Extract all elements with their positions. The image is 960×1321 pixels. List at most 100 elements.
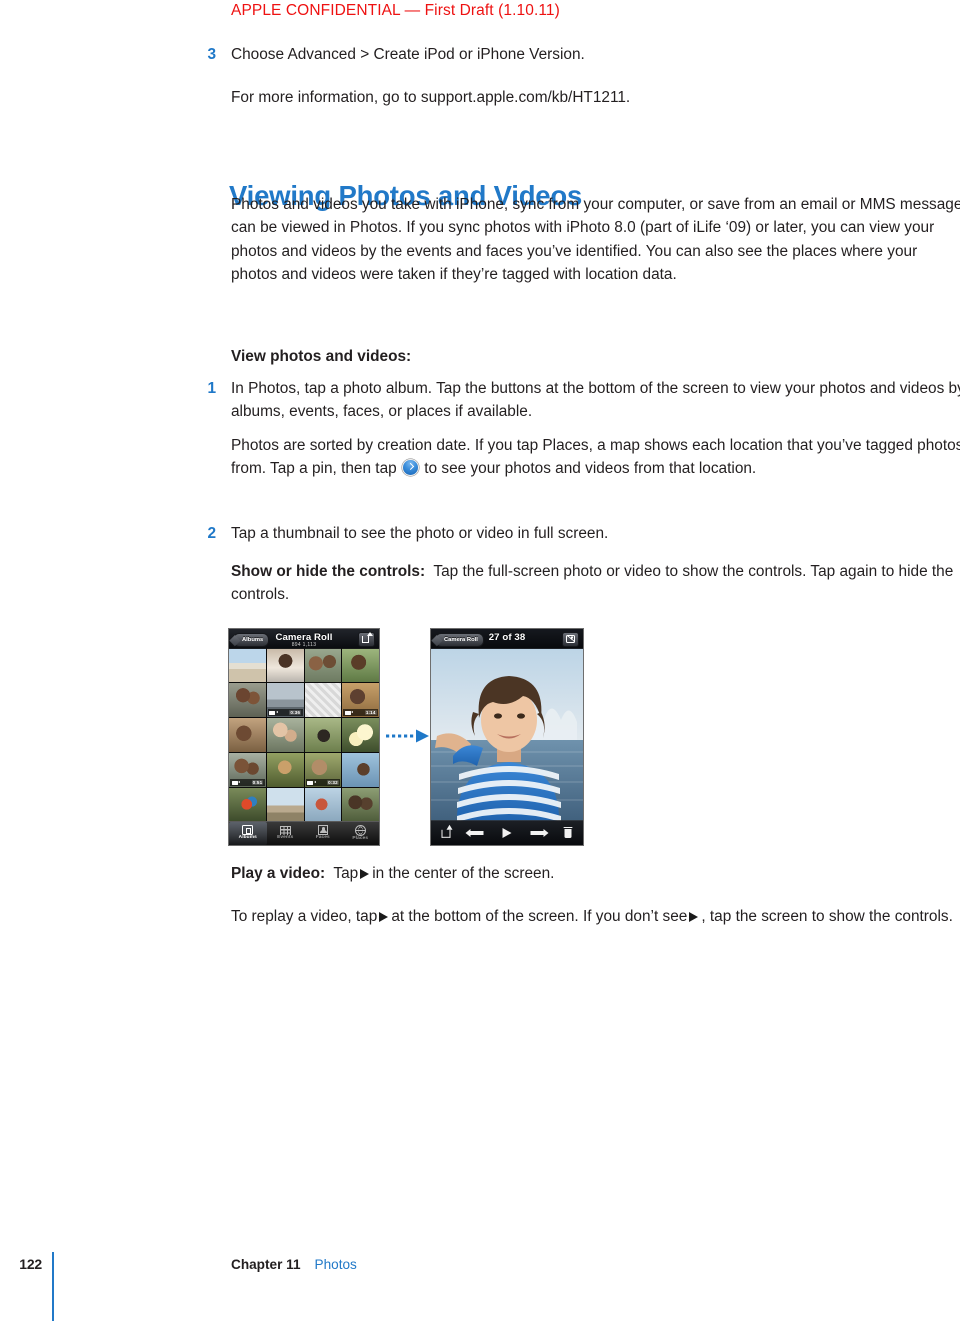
photo-share-button[interactable]: [431, 821, 461, 845]
replay-video-paragraph: To replay a video, tap at the bottom of t…: [231, 905, 960, 928]
step-2-number: 2: [207, 525, 216, 542]
thumbnail[interactable]: [229, 683, 266, 717]
thumbnail[interactable]: [342, 753, 379, 787]
grid-nav-subtitle: 894 1,113: [291, 641, 317, 648]
step-1-text: In Photos, tap a photo album. Tap the bu…: [231, 380, 960, 421]
video-badge: 1:14: [343, 709, 378, 716]
photo-previous-button[interactable]: [461, 821, 491, 845]
play-video-text-b: in the center of the screen.: [372, 865, 555, 882]
iphone-screenshot-camera-roll-grid: Albums Camera Roll 894 1,113 0:36 1:14 0…: [228, 628, 380, 846]
tab-events[interactable]: Events: [267, 822, 305, 845]
replay-text-a: To replay a video, tap: [231, 908, 378, 925]
step-3-number: 3: [207, 46, 216, 63]
step-3-text: Choose Advanced > Create iPod or iPhone …: [231, 46, 585, 63]
thumbnail[interactable]: [229, 788, 266, 822]
video-camera-icon: [307, 780, 316, 785]
thumbnail[interactable]: [304, 683, 342, 717]
photos-tab-bar: Albums Events Faces Places: [229, 821, 379, 845]
video-badge: 0:51: [230, 779, 265, 786]
video-duration: 0:32: [327, 780, 339, 785]
thumbnail[interactable]: [229, 718, 266, 752]
thumbnail[interactable]: [304, 648, 342, 682]
flow-arrow-icon: [386, 729, 430, 743]
footer-chapter-label: Chapter 11 Photos: [231, 1257, 357, 1272]
tab-places[interactable]: Places: [342, 822, 380, 845]
photo-next-button[interactable]: [522, 821, 552, 845]
thumbnail[interactable]: [266, 718, 304, 752]
replay-text-b: at the bottom of the screen. If you don’…: [391, 908, 688, 925]
albums-icon: [242, 825, 254, 835]
step-3-followup: For more information, go to support.appl…: [231, 89, 631, 106]
photo-play-button[interactable]: [492, 821, 522, 845]
thumbnail[interactable]: 1:14: [342, 683, 379, 717]
photo-boy-at-harbour: [431, 648, 583, 821]
video-duration: 0:36: [289, 710, 301, 715]
slideshow-icon: [565, 635, 575, 644]
play-video-text-a: Tap: [333, 865, 359, 882]
play-video-runin: Play a video:: [231, 865, 326, 882]
share-icon: [362, 632, 373, 643]
thumbnail[interactable]: [304, 718, 342, 752]
share-icon: [441, 824, 453, 838]
footer-chapter-number: Chapter 11: [231, 1257, 301, 1272]
tab-albums[interactable]: Albums: [229, 822, 267, 845]
tab-events-label: Events: [277, 834, 294, 840]
fullscreen-photo[interactable]: [431, 648, 583, 821]
thumbnail[interactable]: [266, 753, 304, 787]
faces-icon: [317, 825, 328, 835]
video-badge: 0:32: [305, 779, 341, 786]
video-camera-icon: [231, 780, 241, 785]
arrow-right-icon: [530, 828, 549, 837]
thumbnail[interactable]: [342, 718, 379, 752]
grid-share-button[interactable]: [358, 632, 375, 647]
tab-albums-label: Albums: [238, 835, 257, 840]
task-heading: View photos and videos:: [231, 348, 412, 365]
step-1-followup-part-b: to see your photos and videos from that …: [419, 460, 757, 478]
thumbnail[interactable]: 0:32: [304, 753, 342, 787]
thumbnail[interactable]: [266, 788, 304, 822]
arrow-left-icon: [465, 828, 484, 837]
video-duration: 1:14: [364, 710, 377, 715]
iphone-screenshot-fullscreen-photo: Camera Roll 27 of 38: [430, 628, 584, 846]
tab-faces[interactable]: Faces: [304, 822, 342, 845]
thumbnail[interactable]: [342, 648, 379, 682]
step-1-number: 1: [207, 380, 216, 397]
photo-nav-title: 27 of 38: [488, 632, 526, 643]
thumbnail[interactable]: [229, 648, 266, 682]
thumbnail[interactable]: [266, 648, 304, 682]
events-icon: [279, 825, 291, 835]
tab-places-label: Places: [352, 835, 369, 841]
play-icon: [502, 828, 512, 838]
video-badge: 0:36: [267, 709, 303, 716]
step-1-followup: Photos are sorted by creation date. If y…: [231, 434, 960, 481]
replay-text-c: , tap the screen to show the controls.: [701, 908, 953, 925]
grid-navigation-bar: Albums Camera Roll 894 1,113: [229, 629, 379, 649]
video-duration: 0:51: [251, 780, 264, 785]
manual-page: APPLE CONFIDENTIAL — First Draft (1.10.1…: [0, 0, 960, 1321]
footer-chapter-title[interactable]: Photos: [315, 1257, 357, 1272]
show-hide-controls-paragraph: Show or hide the controls: Tap the full-…: [231, 560, 960, 607]
photo-delete-button[interactable]: [553, 821, 583, 845]
video-camera-icon: [344, 710, 354, 715]
intro-paragraph: Photos and videos you take with iPhone, …: [231, 196, 960, 284]
photo-navigation-bar: Camera Roll 27 of 38: [431, 629, 583, 649]
places-icon: [354, 824, 366, 836]
thumbnail-grid: 0:36 1:14 0:51 0:32: [229, 648, 379, 822]
thumbnail[interactable]: 0:51: [229, 753, 266, 787]
disclosure-chevron-icon: [402, 460, 418, 476]
play-icon: [689, 912, 699, 922]
play-icon: [379, 912, 389, 922]
play-icon: [360, 869, 370, 879]
play-video-paragraph: Play a video: Tap in the center of the sc…: [231, 862, 960, 885]
show-hide-controls-runin: Show or hide the controls:: [231, 563, 426, 580]
slideshow-button[interactable]: [562, 632, 579, 647]
thumbnail[interactable]: [342, 788, 379, 822]
video-camera-icon: [269, 710, 278, 715]
thumbnail[interactable]: 0:36: [266, 683, 304, 717]
step-2-text: Tap a thumbnail to see the photo or vide…: [231, 525, 609, 542]
thumbnail[interactable]: [304, 788, 342, 822]
tab-faces-label: Faces: [315, 835, 330, 840]
figure-photos-screens: Albums Camera Roll 894 1,113 0:36 1:14 0…: [228, 628, 588, 848]
confidential-banner: APPLE CONFIDENTIAL — First Draft (1.10.1…: [231, 2, 560, 19]
trash-icon: [563, 826, 573, 838]
